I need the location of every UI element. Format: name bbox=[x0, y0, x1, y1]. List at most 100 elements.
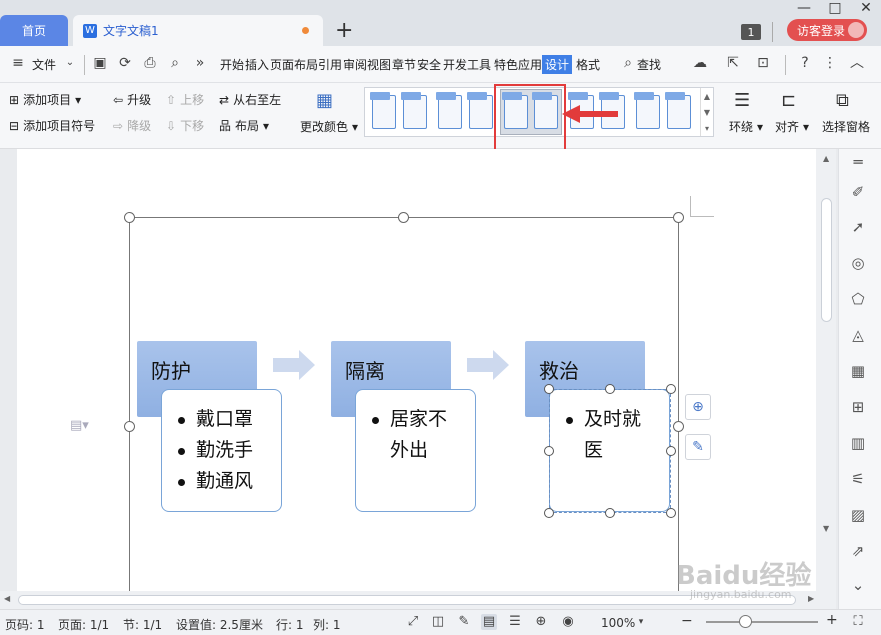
edit-mode-icon[interactable]: ✎ bbox=[456, 614, 472, 630]
more-tools-icon[interactable]: » bbox=[192, 55, 208, 71]
cloud-icon[interactable]: ☁ bbox=[692, 55, 708, 71]
smartart-content-1[interactable]: 戴口罩 勤洗手 勤通风 bbox=[161, 389, 282, 512]
status-pages[interactable]: 页面: 1/1 bbox=[58, 616, 109, 633]
scroll-up-icon[interactable]: ▲ bbox=[823, 154, 829, 163]
collapse-panel-icon[interactable]: ⌄ bbox=[849, 576, 867, 594]
change-color-button[interactable]: 更改颜色 ▾ bbox=[300, 118, 358, 135]
demote-button[interactable]: ⇨ 降级 bbox=[113, 117, 151, 134]
shape-handle[interactable] bbox=[544, 446, 554, 456]
menu-review[interactable]: 审阅 bbox=[343, 56, 367, 73]
scroll-down-icon[interactable]: ▼ bbox=[823, 524, 829, 533]
maximize-icon[interactable]: □ bbox=[826, 0, 844, 16]
shape-icon[interactable]: ⬠ bbox=[849, 290, 867, 308]
align-button[interactable]: 对齐 ▾ bbox=[775, 118, 809, 135]
layout-button[interactable]: 品 布局 ▾ bbox=[219, 117, 269, 134]
add-bullet-button[interactable]: ⊟ 添加项目符号 bbox=[9, 117, 95, 134]
chevron-down-icon[interactable]: ▾ bbox=[633, 614, 649, 630]
image-icon[interactable]: ▨ bbox=[849, 506, 867, 524]
preview-icon[interactable]: ⌕ bbox=[167, 55, 183, 71]
menu-special[interactable]: 特色应用 bbox=[494, 56, 542, 73]
shape-handle[interactable] bbox=[666, 508, 676, 518]
fit-page-icon[interactable]: ⛶ bbox=[850, 614, 866, 630]
resize-handle[interactable] bbox=[673, 212, 684, 223]
guest-login-button[interactable]: 访客登录 bbox=[787, 19, 867, 41]
horizontal-scroll-thumb[interactable] bbox=[18, 595, 796, 605]
style-option-5[interactable] bbox=[632, 89, 698, 135]
status-section[interactable]: 节: 1/1 bbox=[123, 616, 162, 633]
web-view-icon[interactable]: ⊕ bbox=[533, 614, 549, 630]
shape-handle[interactable] bbox=[666, 384, 676, 394]
menu-references[interactable]: 引用 bbox=[318, 56, 342, 73]
panel-drag-icon[interactable]: ═ bbox=[849, 153, 867, 171]
paragraph-menu-icon[interactable]: ▤▾ bbox=[70, 418, 89, 433]
menu-design[interactable]: 设计 bbox=[542, 55, 573, 74]
promote-button[interactable]: ⇦ 升级 bbox=[113, 91, 151, 108]
new-tab-button[interactable]: + bbox=[335, 20, 353, 42]
status-page-code[interactable]: 页码: 1 bbox=[5, 616, 45, 633]
menu-chapter[interactable]: 章节 bbox=[392, 56, 416, 73]
menu-format[interactable]: 格式 bbox=[576, 56, 600, 73]
vertical-scroll-thumb[interactable] bbox=[821, 198, 832, 322]
scroll-left-icon[interactable]: ◀ bbox=[4, 594, 10, 603]
status-col[interactable]: 列: 1 bbox=[313, 616, 341, 633]
status-row[interactable]: 行: 1 bbox=[276, 616, 304, 633]
scroll-right-icon[interactable]: ▶ bbox=[808, 594, 814, 603]
fullscreen-icon[interactable]: ⤢ bbox=[405, 614, 421, 630]
save-icon[interactable]: ▣ bbox=[92, 55, 108, 71]
add-shape-icon[interactable]: ⊕ bbox=[685, 394, 711, 420]
move-down-button[interactable]: ⇩ 下移 bbox=[166, 117, 204, 134]
menu-page-layout[interactable]: 页面布局 bbox=[270, 56, 318, 73]
zoom-slider-knob[interactable] bbox=[739, 615, 752, 628]
read-mode-icon[interactable]: ◫ bbox=[430, 614, 446, 630]
fill-icon[interactable]: ◬ bbox=[849, 326, 867, 344]
page-view-icon[interactable]: ▤ bbox=[481, 614, 497, 630]
gallery-scroll[interactable]: ▲ ▼ ▾ bbox=[700, 88, 713, 136]
zoom-in-button[interactable]: + bbox=[826, 612, 838, 628]
collapse-ribbon-icon[interactable]: ︿ bbox=[849, 55, 865, 71]
more-menu-icon[interactable]: ⋮ bbox=[822, 55, 838, 71]
window-count-badge[interactable]: 1 bbox=[741, 24, 761, 40]
tab-document[interactable]: W 文字文稿1 bbox=[73, 15, 323, 46]
zoom-slider[interactable] bbox=[706, 621, 818, 623]
shape-handle[interactable] bbox=[666, 446, 676, 456]
resize-handle[interactable] bbox=[124, 421, 135, 432]
menu-view[interactable]: 视图 bbox=[367, 56, 391, 73]
resize-handle[interactable] bbox=[673, 421, 684, 432]
tab-home[interactable]: 首页 bbox=[0, 15, 68, 46]
hamburger-icon[interactable]: ≡ bbox=[10, 55, 26, 71]
layout-tool-icon[interactable]: ⊡ bbox=[755, 55, 771, 71]
zoom-out-button[interactable]: − bbox=[681, 613, 693, 629]
shape-handle[interactable] bbox=[544, 508, 554, 518]
eye-care-icon[interactable]: ◉ bbox=[560, 614, 576, 630]
resize-handle[interactable] bbox=[398, 212, 409, 223]
add-item-button[interactable]: ⊞ 添加项目 ▾ bbox=[9, 91, 81, 108]
chevron-down-icon[interactable]: ⌄ bbox=[62, 55, 78, 71]
menu-developer[interactable]: 开发工具 bbox=[443, 56, 491, 73]
right-to-left-button[interactable]: ⇄ 从右至左 bbox=[219, 91, 281, 108]
settings-sliders-icon[interactable]: ⚟ bbox=[849, 470, 867, 488]
shape-handle[interactable] bbox=[605, 384, 615, 394]
table-icon[interactable]: ▦ bbox=[849, 362, 867, 380]
format-brush-icon[interactable]: ✎ bbox=[685, 434, 711, 460]
menu-insert[interactable]: 插入 bbox=[245, 56, 269, 73]
resize-handle[interactable] bbox=[124, 212, 135, 223]
style-option-1[interactable] bbox=[368, 89, 434, 135]
menu-start[interactable]: 开始 bbox=[220, 56, 244, 73]
style-icon[interactable]: ◎ bbox=[849, 254, 867, 272]
status-setting[interactable]: 设置值: 2.5厘米 bbox=[176, 616, 263, 633]
pen-icon[interactable]: ✐ bbox=[849, 183, 867, 201]
outline-view-icon[interactable]: ☰ bbox=[507, 614, 523, 630]
share-icon[interactable]: ⟳ bbox=[117, 55, 133, 71]
zoom-level[interactable]: 100% bbox=[601, 616, 635, 630]
help-icon[interactable]: ? bbox=[797, 55, 813, 71]
smartart-content-2[interactable]: 居家不外出 bbox=[355, 389, 476, 512]
close-icon[interactable]: ✕ bbox=[857, 0, 875, 16]
export-icon[interactable]: ⇱ bbox=[725, 55, 741, 71]
search-icon[interactable]: ⌕ bbox=[620, 55, 636, 71]
grid-icon[interactable]: ⊞ bbox=[849, 398, 867, 416]
share-out-icon[interactable]: ⇗ bbox=[849, 542, 867, 560]
print-icon[interactable]: ⎙ bbox=[142, 55, 158, 71]
shape-handle[interactable] bbox=[544, 384, 554, 394]
wrap-button[interactable]: 环绕 ▾ bbox=[729, 118, 763, 135]
minimize-icon[interactable]: — bbox=[795, 0, 813, 16]
